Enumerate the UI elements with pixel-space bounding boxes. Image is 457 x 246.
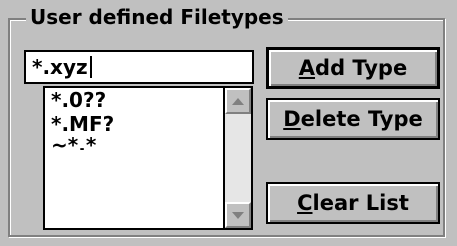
scroll-up-button[interactable] bbox=[225, 88, 251, 114]
add-type-label: dd Type bbox=[315, 56, 408, 80]
filetype-input[interactable]: *.xyz bbox=[24, 50, 254, 84]
add-type-mnemonic: A bbox=[298, 56, 316, 80]
list-items: *.0?? *.MF? ~*.* bbox=[45, 88, 223, 228]
delete-type-label: elete Type bbox=[300, 107, 423, 131]
list-item[interactable]: *.MF? bbox=[45, 112, 223, 136]
delete-type-mnemonic: D bbox=[283, 107, 301, 131]
list-item[interactable]: *.0?? bbox=[45, 88, 223, 112]
add-type-button[interactable]: Add Type bbox=[266, 47, 440, 89]
scroll-down-button[interactable] bbox=[225, 202, 251, 228]
group-title: User defined Filetypes bbox=[26, 3, 288, 31]
vertical-scrollbar[interactable] bbox=[223, 88, 251, 228]
text-caret bbox=[89, 56, 92, 78]
arrow-up-icon bbox=[232, 97, 244, 105]
list-item[interactable]: ~*.* bbox=[45, 134, 223, 150]
clear-list-button[interactable]: Clear List bbox=[266, 182, 440, 224]
clear-list-label: lear List bbox=[312, 191, 409, 215]
clear-list-mnemonic: C bbox=[297, 191, 313, 215]
delete-type-button[interactable]: Delete Type bbox=[266, 98, 440, 140]
filetype-input-value: *.xyz bbox=[32, 55, 88, 79]
filetype-listbox[interactable]: *.0?? *.MF? ~*.* bbox=[43, 86, 253, 230]
arrow-down-icon bbox=[232, 211, 244, 219]
